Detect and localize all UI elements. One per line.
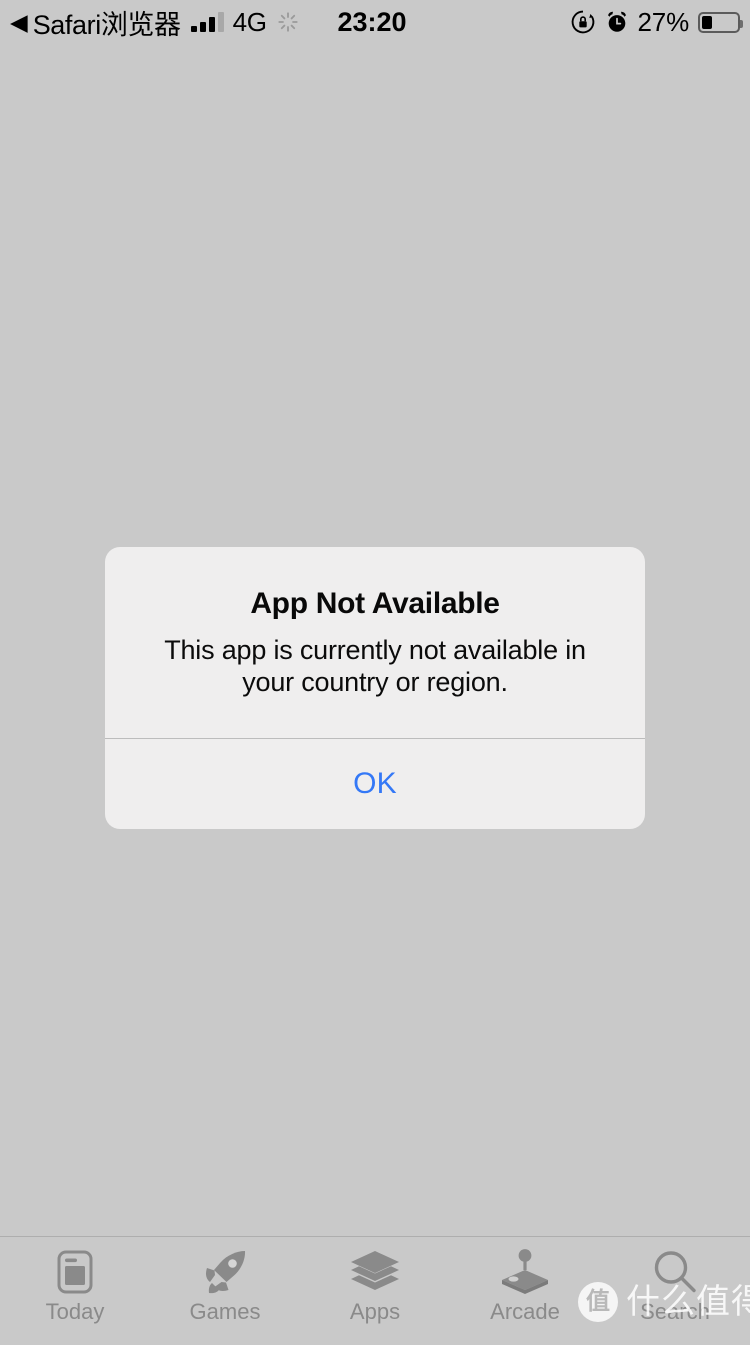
tab-label: Apps [349,1299,401,1324]
clock-label: 23:20 [337,6,407,37]
ok-button[interactable]: OK [105,739,645,829]
back-arrow-icon[interactable]: ◀ [10,10,28,34]
tab-arcade[interactable]: Arcade [450,1237,600,1345]
tab-label: Games [189,1299,261,1324]
tab-bar: Today Games Apps Arcade Search [0,1236,750,1334]
search-icon [648,1247,702,1297]
spinner-icon [277,11,299,33]
tab-search[interactable]: Search [600,1237,750,1345]
joystick-icon [498,1247,552,1297]
tab-today[interactable]: Today [0,1237,150,1345]
status-bar: ◀ Safari浏览器 4G 23:20 27% [0,0,750,44]
app-not-available-alert: App Not Available This app is currently … [105,547,645,830]
alert-title: App Not Available [250,587,500,620]
tab-label: Today [45,1299,105,1324]
layers-icon [348,1247,402,1297]
app-store-screen: ◀ Safari浏览器 4G 23:20 27% App Not Availab… [0,0,750,1334]
alert-body: App Not Available This app is currently … [105,547,645,738]
alert-actions: OK [105,739,645,829]
status-bar-right: 27% [570,0,743,44]
tab-label: Search [640,1299,710,1324]
today-card-icon [48,1247,102,1297]
rocket-icon [198,1247,252,1297]
status-bar-left: ◀ Safari浏览器 4G [10,0,299,44]
tab-apps[interactable]: Apps [300,1237,450,1345]
alert-message: This app is currently not available in y… [164,634,586,697]
battery-percent-label: 27% [637,6,690,37]
tab-games[interactable]: Games [150,1237,300,1345]
return-to-app-label[interactable]: Safari浏览器 [33,3,181,42]
tab-label: Arcade [490,1299,560,1324]
cellular-signal-icon [190,12,224,32]
network-type-label: 4G [232,6,267,37]
battery-fill [702,15,713,29]
battery-icon [698,11,743,33]
rotation-lock-icon [570,9,596,35]
alarm-clock-icon [604,9,630,35]
